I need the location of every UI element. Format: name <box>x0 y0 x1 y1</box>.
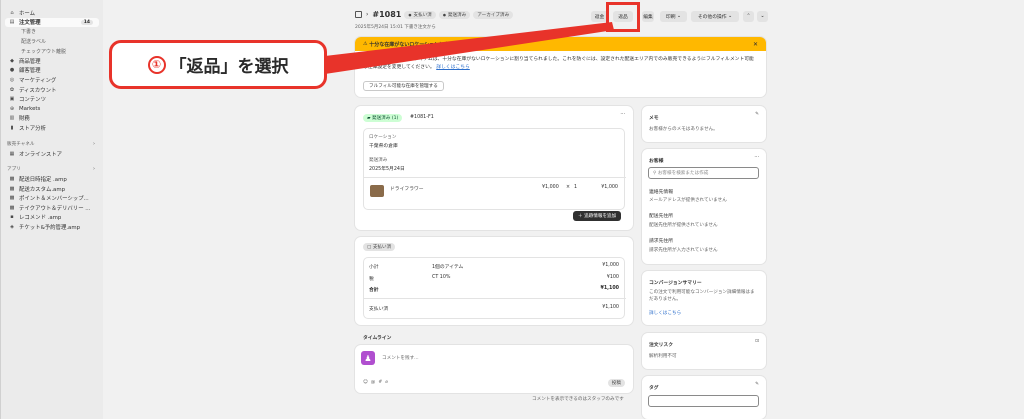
return-button-highlight <box>606 2 640 32</box>
instruction-text: 「返品」を選択 <box>169 57 289 77</box>
app-frame: ⌂ ホーム ▤ 注文管理 14 下書き 配送ラベル チェックアウト離脱 ◆ 商品管理 ● 顧客管理 ◎ マ… <box>0 0 1024 419</box>
step-number: ① <box>147 55 166 74</box>
instruction-callout: ① 「返品」を選択 <box>109 40 327 89</box>
